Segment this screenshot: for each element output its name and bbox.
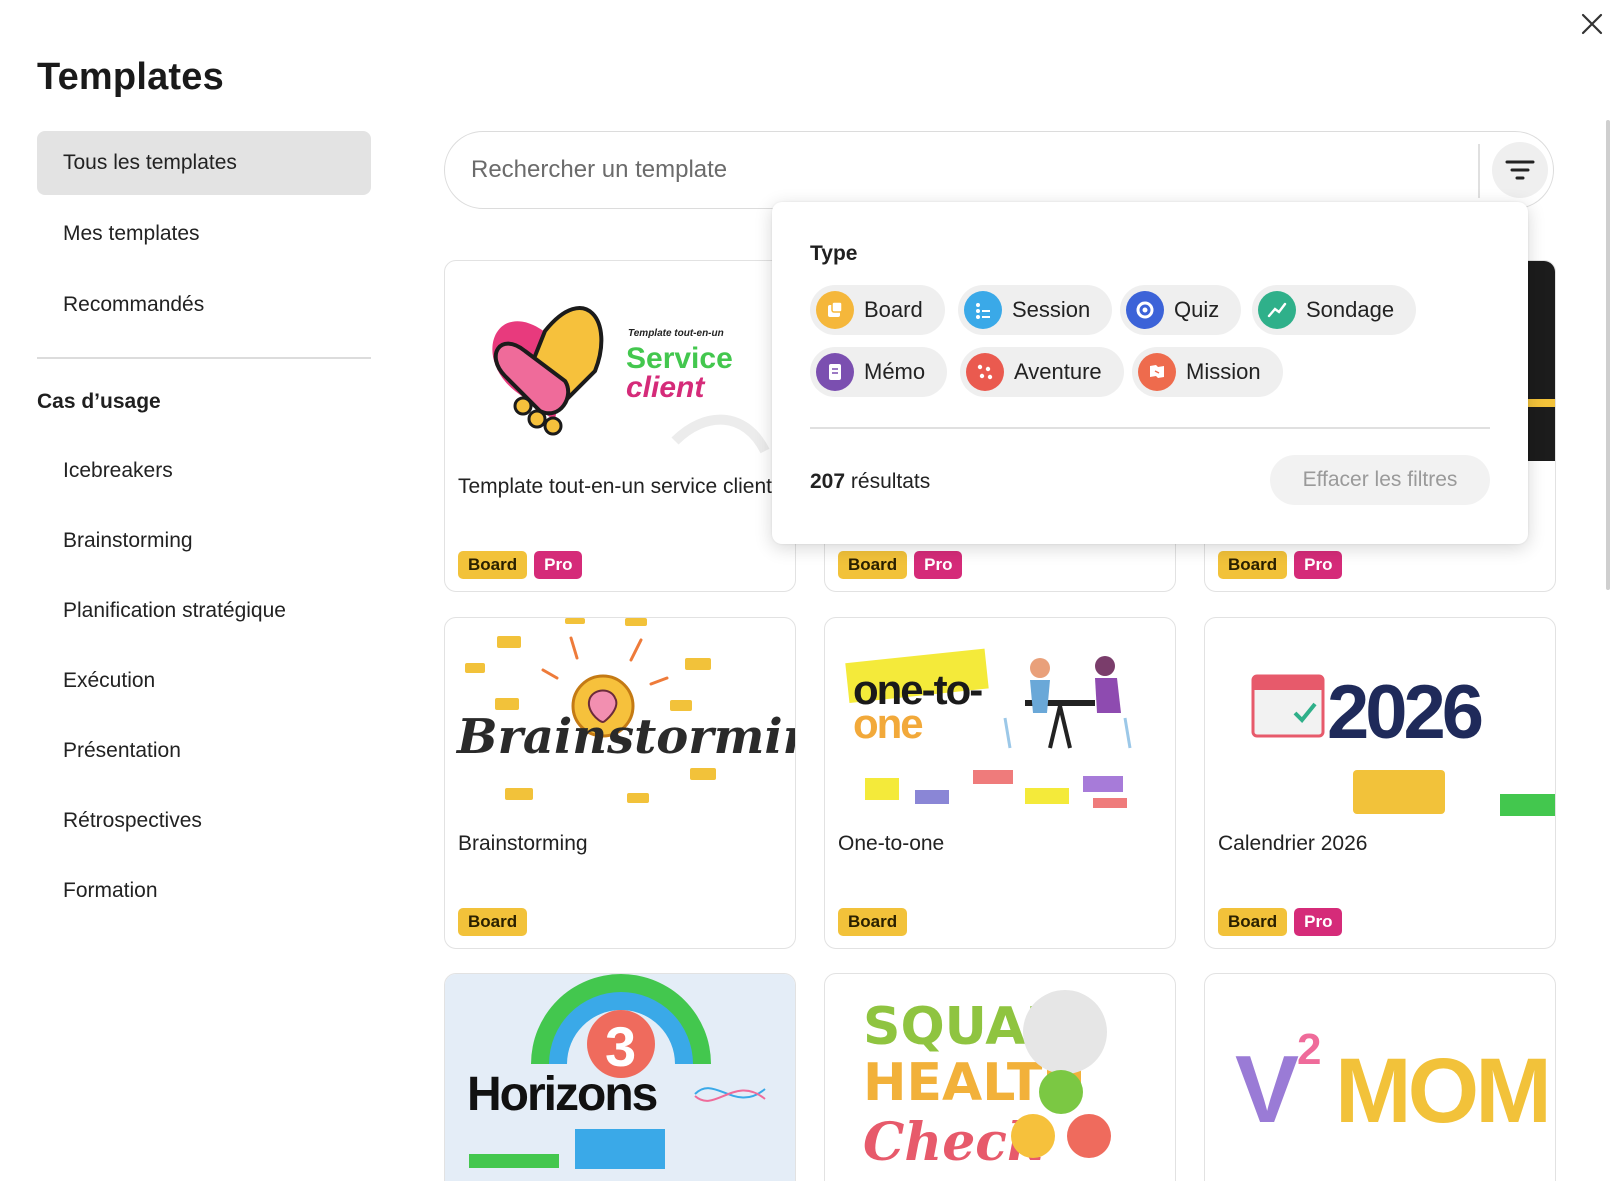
sidebar-item-icebreakers[interactable]: Icebreakers	[37, 439, 371, 503]
template-thumbnail: Brainstorming	[445, 618, 795, 818]
thumb-heading: Template tout-en-un	[628, 328, 724, 339]
filter-popover: Type Board Session Quiz Sondage Mémo Ave…	[772, 202, 1528, 544]
filter-button[interactable]	[1492, 142, 1548, 198]
filter-chip-session[interactable]: Session	[958, 285, 1113, 335]
sidebar-item-retrospectives[interactable]: Rétrospectives	[37, 789, 371, 853]
template-thumbnail: 2026	[1205, 618, 1555, 818]
thumb-line2: client	[626, 371, 706, 404]
tag-board: Board	[1218, 908, 1288, 936]
template-thumbnail: 3 Horizons	[445, 974, 795, 1181]
sidebar-item-presentation[interactable]: Présentation	[37, 719, 371, 783]
close-button[interactable]	[1578, 10, 1606, 38]
search-bar	[444, 131, 1554, 209]
sidebar-divider	[37, 357, 371, 359]
quiz-icon	[1126, 291, 1164, 329]
thumb-line3: MOM	[1335, 1040, 1548, 1142]
template-thumbnail: Template tout-en-un Service client	[445, 261, 795, 461]
search-input[interactable]	[471, 156, 1451, 184]
filter-chip-label: Session	[1012, 297, 1091, 322]
scrollbar[interactable]	[1606, 120, 1610, 590]
session-icon	[964, 291, 1002, 329]
template-card[interactable]: Template tout-en-un Service client Templ…	[444, 260, 796, 592]
template-card[interactable]: SQUAD HEALTH Check	[824, 973, 1176, 1181]
template-title: One-to-one	[838, 832, 945, 855]
template-tags: Board	[838, 908, 908, 936]
results-label: résultats	[850, 470, 931, 493]
tag-board: Board	[1218, 551, 1288, 579]
filter-icon	[1505, 160, 1535, 180]
template-title: Brainstorming	[458, 832, 588, 855]
tag-pro: Pro	[1294, 551, 1343, 579]
thumb-line2: one	[853, 700, 922, 747]
template-thumbnail: V 2 MOM	[1205, 974, 1555, 1181]
close-icon	[1581, 13, 1603, 35]
thumb-text: Brainstorming	[455, 709, 795, 765]
sidebar-item-formation[interactable]: Formation	[37, 859, 371, 923]
results-count: 207	[810, 470, 846, 493]
thumb-line1: V	[1235, 1036, 1299, 1143]
thumb-line2: 2	[1297, 1025, 1321, 1074]
filter-chip-label: Sondage	[1306, 297, 1395, 322]
filter-chip-aventure[interactable]: Aventure	[960, 347, 1124, 397]
sondage-icon	[1258, 291, 1296, 329]
template-card[interactable]: 3 Horizons	[444, 973, 796, 1181]
sidebar-item-recommended[interactable]: Recommandés	[37, 273, 371, 337]
tag-board: Board	[838, 908, 908, 936]
tag-pro: Pro	[534, 551, 583, 579]
filter-chip-quiz[interactable]: Quiz	[1120, 285, 1242, 335]
sidebar-item-execution[interactable]: Exécution	[37, 649, 371, 713]
template-tags: Board Pro	[458, 551, 583, 579]
tag-pro: Pro	[914, 551, 963, 579]
thumb-text: 2026	[1327, 670, 1482, 755]
sidebar-item-all-templates[interactable]: Tous les templates	[37, 131, 371, 195]
thumb-line2: Horizons	[467, 1068, 657, 1121]
sidebar-item-brainstorming[interactable]: Brainstorming	[37, 509, 371, 573]
results-summary: 207 résultats	[810, 470, 930, 494]
template-thumbnail: one-to- one	[825, 618, 1175, 818]
sidebar: Tous les templates Mes templates Recomma…	[37, 131, 371, 929]
sidebar-item-planification[interactable]: Planification stratégique	[37, 579, 371, 643]
template-title: Calendrier 2026	[1218, 832, 1368, 855]
filter-chip-sondage[interactable]: Sondage	[1252, 285, 1417, 335]
aventure-icon	[966, 353, 1004, 391]
sidebar-item-my-templates[interactable]: Mes templates	[37, 202, 371, 266]
board-icon	[816, 291, 854, 329]
template-card[interactable]: one-to- one One-to-one Board	[824, 617, 1176, 949]
filter-divider	[810, 427, 1490, 429]
filter-chip-mission[interactable]: Mission	[1132, 347, 1283, 397]
filter-chip-label: Board	[864, 297, 923, 322]
tag-board: Board	[838, 551, 908, 579]
template-thumbnail: SQUAD HEALTH Check	[825, 974, 1175, 1181]
clear-filters-button[interactable]: Effacer les filtres	[1270, 455, 1490, 505]
template-card[interactable]: V 2 MOM	[1204, 973, 1556, 1181]
mission-icon	[1138, 353, 1176, 391]
filter-chip-label: Mémo	[864, 359, 926, 384]
page-title: Templates	[37, 56, 224, 98]
template-tags: Board Pro	[1218, 908, 1343, 936]
tag-pro: Pro	[1294, 908, 1343, 936]
filter-chip-label: Quiz	[1174, 297, 1220, 322]
filter-chip-label: Aventure	[1014, 359, 1102, 384]
template-card[interactable]: 2026 Calendrier 2026 Board Pro	[1204, 617, 1556, 949]
template-tags: Board Pro	[838, 551, 963, 579]
tag-board: Board	[458, 551, 528, 579]
tag-board: Board	[458, 908, 528, 936]
sidebar-section-title: Cas d’usage	[37, 390, 161, 413]
template-title: Template tout-en-un service client	[458, 475, 772, 498]
search-separator	[1478, 144, 1480, 198]
filter-chip-memo[interactable]: Mémo	[810, 347, 948, 397]
template-tags: Board	[458, 908, 528, 936]
template-card[interactable]: Brainstorming Brainstorming Board	[444, 617, 796, 949]
memo-icon	[816, 353, 854, 391]
filter-chip-label: Mission	[1186, 359, 1261, 384]
filter-type-label: Type	[810, 242, 858, 265]
filter-chip-board[interactable]: Board	[810, 285, 945, 335]
template-tags: Board Pro	[1218, 551, 1343, 579]
